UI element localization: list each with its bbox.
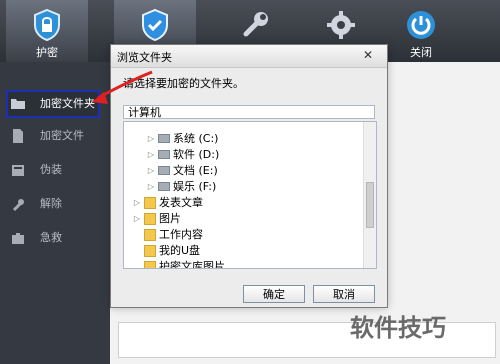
expand-icon[interactable]: ▷ — [146, 148, 156, 162]
tree-item-label: 图片 — [159, 212, 181, 225]
tree-item-label: 文档 (E:) — [173, 164, 218, 177]
path-field[interactable]: 计算机 — [123, 105, 375, 119]
briefcase-icon — [12, 233, 24, 244]
expand-icon[interactable]: ▷ — [146, 164, 156, 178]
folder-open-icon — [11, 99, 25, 109]
sidebar-item-label: 伪装 — [40, 163, 62, 176]
drive-icon — [158, 166, 170, 175]
sidebar-item-label: 解除 — [40, 197, 62, 210]
ok-button[interactable]: 确定 — [243, 285, 305, 303]
tool-icon — [12, 199, 24, 212]
expand-icon[interactable]: ▷ — [132, 212, 142, 226]
dialog-title: 浏览文件夹 — [117, 51, 172, 64]
folder-tree[interactable]: ▷ 系统 (C:) ▷ 软件 (D:) ▷ 文档 (E:) ▷ 娱乐 (F:) … — [123, 121, 377, 269]
close-icon[interactable]: ✕ — [353, 47, 383, 63]
file-icon — [13, 129, 23, 143]
tool-protect-label: 护密 — [36, 46, 58, 59]
folder-icon — [144, 229, 156, 241]
scrollbar-thumb[interactable] — [366, 182, 374, 228]
tree-item-label: 我的U盘 — [159, 244, 201, 257]
wrench-icon — [243, 12, 268, 37]
folder-icon — [144, 261, 156, 268]
tree-item-label: 工作内容 — [159, 228, 203, 241]
drive-icon — [158, 150, 170, 159]
tree-scrollbar[interactable] — [363, 122, 376, 268]
shield-lock-icon — [34, 8, 60, 42]
disguise-icon — [12, 165, 24, 176]
tool-protect[interactable]: 护密 — [6, 0, 88, 62]
sidebar: 加密文件夹 加密文件 伪装 解除 急救 — [0, 62, 110, 364]
folder-icon — [144, 197, 156, 209]
gear-icon — [327, 11, 355, 39]
tree-item-label: 娱乐 (F:) — [173, 180, 217, 193]
app-window: 护密 关闭 加密文件夹 加密文件 伪装 解除 急救 浏览文件夹 ✕ 请选择要加密… — [0, 0, 500, 364]
expand-icon[interactable]: ▷ — [146, 132, 156, 146]
folder-icon — [144, 245, 156, 257]
shield-check-icon — [142, 8, 168, 42]
tree-item-label: 系统 (C:) — [173, 132, 219, 145]
tree-item-label: 发表文章 — [159, 196, 203, 209]
sidebar-item-label: 加密文件夹 — [40, 97, 95, 110]
tree-item-label: 软件 (D:) — [173, 148, 220, 161]
expand-icon[interactable]: ▷ — [146, 180, 156, 194]
cancel-button[interactable]: 取消 — [313, 285, 375, 303]
browse-folder-dialog: 浏览文件夹 ✕ 请选择要加密的文件夹。 计算机 ▷ 系统 (C:) ▷ 软件 (… — [110, 44, 388, 308]
sidebar-item-remove[interactable]: 解除 — [8, 192, 104, 216]
dialog-prompt: 请选择要加密的文件夹。 — [123, 77, 244, 90]
expand-icon[interactable]: ▷ — [132, 196, 142, 210]
drive-icon — [158, 134, 170, 143]
sidebar-item-disguise[interactable]: 伪装 — [8, 158, 104, 182]
tool-close-label: 关闭 — [410, 46, 432, 59]
tree-item-label: 护密文库图片 — [159, 260, 225, 269]
sidebar-item-label: 急救 — [40, 231, 62, 244]
sidebar-item-label: 加密文件 — [40, 129, 84, 142]
dialog-titlebar: 浏览文件夹 ✕ — [111, 45, 387, 68]
sidebar-item-encrypt-folder[interactable]: 加密文件夹 — [6, 90, 100, 118]
folder-icon — [144, 213, 156, 225]
sidebar-item-rescue[interactable]: 急救 — [8, 226, 104, 250]
drive-icon — [158, 182, 170, 191]
tool-close[interactable]: 关闭 — [380, 0, 462, 62]
sidebar-item-encrypt-file[interactable]: 加密文件 — [8, 124, 104, 148]
watermark-text: 软件技巧 — [350, 314, 446, 342]
power-icon — [407, 11, 435, 39]
